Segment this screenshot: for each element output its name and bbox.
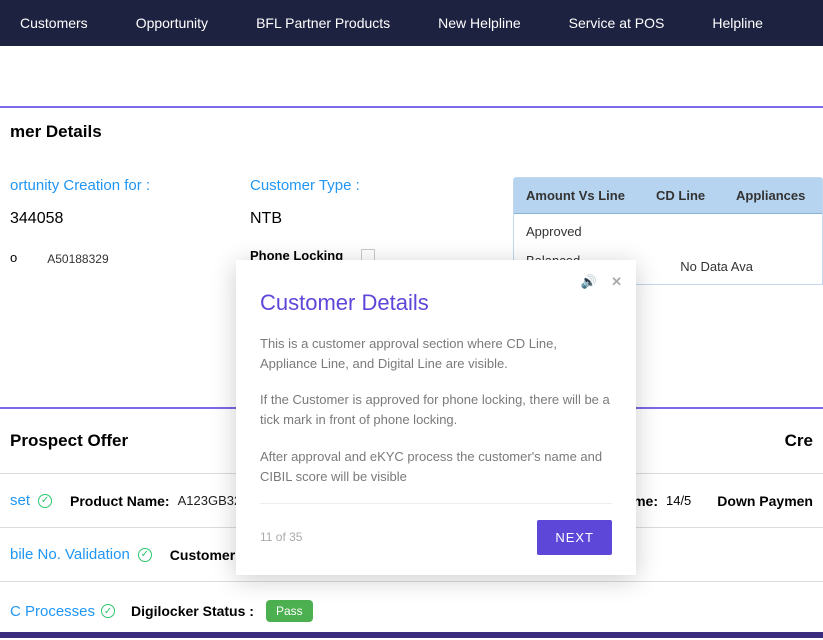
next-button[interactable]: NEXT — [537, 520, 612, 555]
opportunity-label: ortunity Creation for : — [10, 177, 250, 194]
step-counter: 11 of 35 — [260, 530, 302, 544]
nav-helpline[interactable]: Helpline — [712, 15, 763, 31]
prospect-offer-title: Prospect Offer — [10, 431, 128, 451]
th-cd-line: CD Line — [656, 188, 736, 203]
modal-footer: 11 of 35 NEXT — [260, 503, 612, 555]
th-appliances: Appliances — [736, 188, 810, 203]
modal-p3: After approval and eKYC process the cust… — [260, 447, 612, 487]
close-icon[interactable]: ✕ — [611, 274, 622, 290]
customer-type-value: NTB — [250, 210, 510, 228]
customer-type-label: Customer Type : — [250, 177, 510, 194]
check-icon: ✓ — [138, 548, 152, 562]
nav-customers[interactable]: Customers — [20, 15, 88, 31]
opportunity-value: 344058 — [10, 210, 250, 228]
opportunity-column: ortunity Creation for : 344058 o A501883… — [10, 177, 250, 377]
sub-code: A50188329 — [47, 252, 108, 266]
cre-label: Cre — [785, 431, 813, 451]
asset-label: set — [10, 492, 30, 509]
bottom-bar — [0, 632, 823, 638]
table-row1-val: Approved — [526, 224, 582, 239]
modal-body: This is a customer approval section wher… — [260, 334, 612, 487]
pass-badge: Pass — [266, 600, 313, 622]
customer-label: Customer — [170, 547, 235, 563]
product-name-label: Product Name: — [70, 493, 170, 509]
mobile-validation-label: bile No. Validation — [10, 546, 130, 563]
down-payment-label: Down Paymen — [717, 493, 813, 509]
nav-new-helpline[interactable]: New Helpline — [438, 15, 520, 31]
opportunity-sub: o A50188329 — [10, 248, 250, 266]
top-nav: Customers Opportunity BFL Partner Produc… — [0, 0, 823, 46]
check-icon: ✓ — [38, 494, 52, 508]
sub-o: o — [10, 250, 17, 265]
kyc-processes-label: C Processes — [10, 603, 95, 620]
nav-opportunity[interactable]: Opportunity — [136, 15, 208, 31]
modal-controls: 🔊 ✕ — [581, 274, 622, 290]
audio-icon[interactable]: 🔊 — [581, 274, 597, 290]
check-icon: ✓ — [101, 604, 115, 618]
modal-p1: This is a customer approval section wher… — [260, 334, 612, 374]
digilocker-label: Digilocker Status : — [131, 603, 254, 619]
nav-service-pos[interactable]: Service at POS — [569, 15, 665, 31]
modal-title: Customer Details — [260, 290, 612, 316]
table-row: Approved — [514, 214, 822, 249]
nav-partner-products[interactable]: BFL Partner Products — [256, 15, 390, 31]
table-header: Amount Vs Line CD Line Appliances — [514, 178, 822, 214]
th-amount-line: Amount Vs Line — [526, 188, 656, 203]
modal-p2: If the Customer is approved for phone lo… — [260, 390, 612, 430]
tour-modal: 🔊 ✕ Customer Details This is a customer … — [236, 260, 636, 575]
name-value: 14/5 — [666, 493, 691, 508]
customer-details-title: mer Details — [0, 108, 823, 157]
